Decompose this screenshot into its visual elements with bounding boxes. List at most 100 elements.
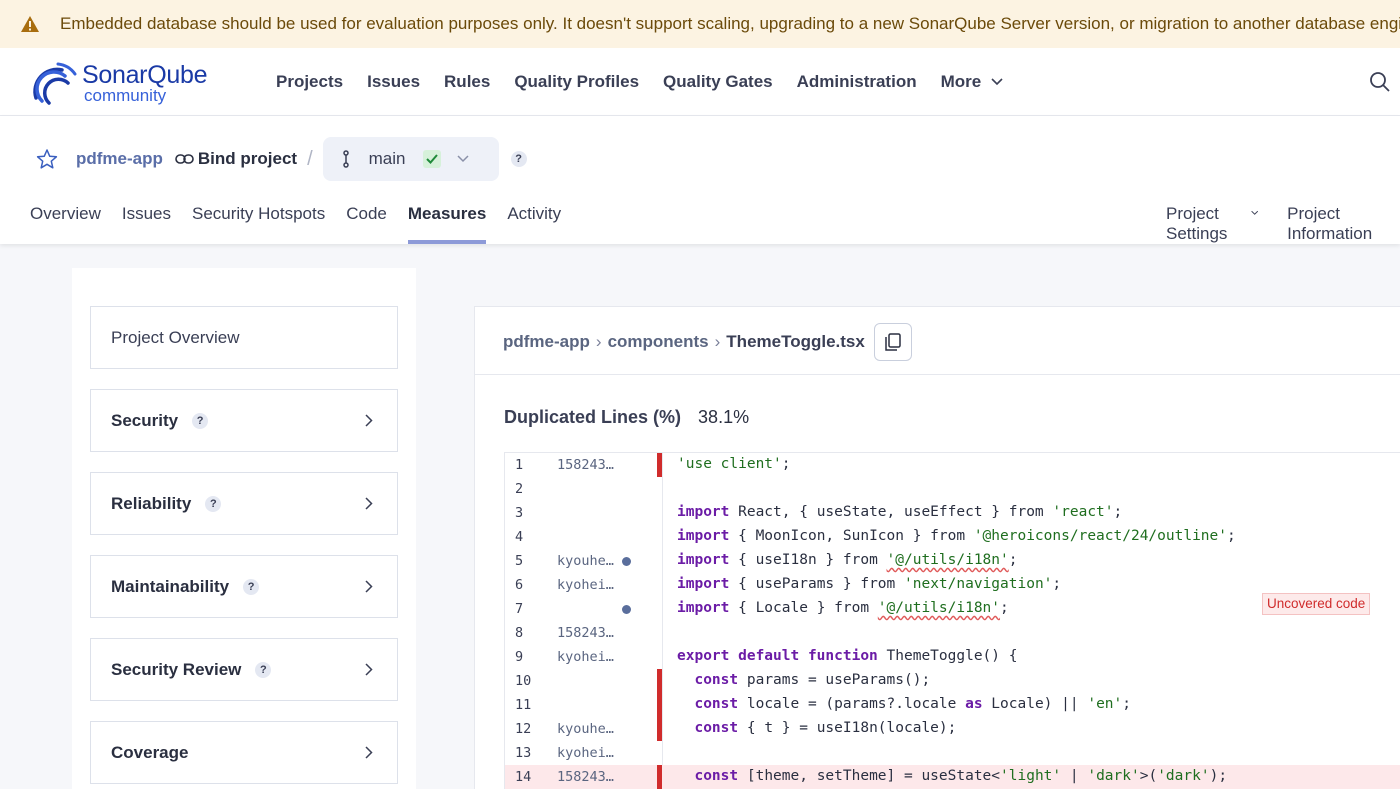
duplication-marker[interactable] xyxy=(657,717,662,741)
code-line[interactable]: 4 import { MoonIcon, SunIcon } from '@her… xyxy=(505,525,1400,549)
code-string: 'light' xyxy=(1000,768,1062,784)
line-number[interactable]: 1 xyxy=(515,457,523,473)
nav-rules[interactable]: Rules xyxy=(444,72,490,92)
sidebar-security-review[interactable]: Security Review ? xyxy=(90,638,398,701)
code-line[interactable]: 8 158243… xyxy=(505,621,1400,645)
sidebar-item-label: Maintainability xyxy=(111,576,230,596)
line-number[interactable]: 10 xyxy=(515,673,531,689)
scm-author[interactable]: kyohei… xyxy=(557,649,621,665)
tab-overview[interactable]: Overview xyxy=(30,194,101,244)
tab-code[interactable]: Code xyxy=(346,194,387,244)
line-number[interactable]: 8 xyxy=(515,625,523,641)
nav-quality-gates[interactable]: Quality Gates xyxy=(663,72,773,92)
chevron-down-icon xyxy=(457,155,470,163)
line-number[interactable]: 9 xyxy=(515,649,523,665)
help-icon[interactable]: ? xyxy=(243,578,260,595)
nav-more-label: More xyxy=(940,72,982,91)
tab-measures[interactable]: Measures xyxy=(407,194,487,244)
code-token: ; xyxy=(1052,576,1062,592)
path-separator: › xyxy=(714,332,721,351)
sidebar-reliability[interactable]: Reliability ? xyxy=(90,472,398,535)
sidebar-item-label: Reliability xyxy=(111,493,192,513)
code-string: '@heroicons/react/24/outline' xyxy=(973,528,1227,544)
tab-project-settings[interactable]: Project Settings xyxy=(1166,194,1258,244)
code-string: 'next/navigation' xyxy=(904,576,1053,592)
duplication-marker[interactable] xyxy=(657,669,662,693)
file-path-file: ThemeToggle.tsx xyxy=(726,332,865,351)
nav-projects[interactable]: Projects xyxy=(276,72,343,92)
line-number[interactable]: 7 xyxy=(515,601,523,617)
star-icon[interactable] xyxy=(36,148,58,170)
sidebar-maintainability[interactable]: Maintainability ? xyxy=(90,555,398,618)
sonarqube-logo[interactable]: SonarQube community xyxy=(32,58,222,108)
sidebar-coverage[interactable]: Coverage xyxy=(90,721,398,784)
help-icon[interactable]: ? xyxy=(255,661,272,678)
sidebar-project-overview[interactable]: Project Overview xyxy=(90,306,398,369)
chevron-down-icon xyxy=(991,78,1003,86)
issue-marker-dot[interactable] xyxy=(622,557,631,566)
code-string: 'use client' xyxy=(677,456,782,472)
code-keyword: import xyxy=(677,576,730,592)
help-icon[interactable]: ? xyxy=(205,495,222,512)
code-line[interactable]: 5 kyouhe… import { useI18n } from '@/utils… xyxy=(505,549,1400,573)
code-keyword: const xyxy=(694,720,739,736)
file-path-project[interactable]: pdfme-app xyxy=(503,332,590,352)
scm-author[interactable]: kyohei… xyxy=(557,577,621,593)
duplication-marker[interactable] xyxy=(657,765,662,789)
line-number[interactable]: 13 xyxy=(515,745,531,761)
line-number[interactable]: 5 xyxy=(515,553,523,569)
code-line[interactable]: 1 158243… 'use client'; xyxy=(505,453,1400,477)
code-line[interactable]: 13 kyohei… xyxy=(505,741,1400,765)
code-token: { Locale } from xyxy=(729,600,878,616)
code-line[interactable]: 9 kyohei… export default function ThemeTog… xyxy=(505,645,1400,669)
tab-security-hotspots[interactable]: Security Hotspots xyxy=(192,194,325,244)
path-separator: › xyxy=(595,332,602,351)
scm-author[interactable]: kyohei… xyxy=(557,745,621,761)
scm-author[interactable]: kyouhe… xyxy=(557,721,621,737)
tab-issues[interactable]: Issues xyxy=(122,194,171,244)
code-string: 'en' xyxy=(1087,696,1123,712)
copy-path-button[interactable] xyxy=(873,323,912,361)
search-icon[interactable] xyxy=(1368,70,1392,94)
nav-quality-profiles[interactable]: Quality Profiles xyxy=(514,72,639,92)
help-icon[interactable]: ? xyxy=(510,151,527,167)
code-line[interactable]: 11 const locale = (params?.locale as Loc… xyxy=(505,693,1400,717)
line-number[interactable]: 4 xyxy=(515,529,523,545)
sidebar-security[interactable]: Security ? xyxy=(90,389,398,452)
code-line[interactable]: 10 const params = useParams(); xyxy=(505,669,1400,693)
code-line[interactable]: 3 import React, { useState, useEffect } f… xyxy=(505,501,1400,525)
code-line[interactable]: 14 158243… const [theme, setTheme] = useS… xyxy=(505,765,1400,789)
tab-activity[interactable]: Activity xyxy=(507,194,561,244)
bind-project-button[interactable]: Bind project xyxy=(175,149,297,169)
duplication-marker[interactable] xyxy=(657,453,662,477)
check-icon xyxy=(426,154,439,164)
line-number[interactable]: 2 xyxy=(515,481,523,497)
code-line[interactable]: 2 xyxy=(505,477,1400,501)
code-token: ); xyxy=(1209,768,1228,784)
line-number[interactable]: 12 xyxy=(515,721,531,737)
scm-author[interactable]: 158243… xyxy=(557,625,621,641)
measures-sidebar: Project Overview Security ? Reliability … xyxy=(72,268,416,789)
branch-name: main xyxy=(368,149,406,168)
scm-author[interactable]: 158243… xyxy=(557,769,621,785)
help-icon[interactable]: ? xyxy=(192,412,209,429)
scm-author[interactable]: 158243… xyxy=(557,457,621,473)
tab-project-information[interactable]: Project Information xyxy=(1287,194,1379,244)
code-token: | xyxy=(1061,768,1088,784)
scm-author[interactable]: kyouhe… xyxy=(557,553,621,569)
nav-more[interactable]: More xyxy=(941,72,1004,92)
branch-selector[interactable]: main xyxy=(322,137,499,181)
duplication-marker[interactable] xyxy=(657,693,662,717)
nav-administration[interactable]: Administration xyxy=(797,72,917,92)
line-number[interactable]: 3 xyxy=(515,505,523,521)
line-number[interactable]: 14 xyxy=(515,769,531,785)
file-breadcrumb: pdfme-app › components › ThemeToggle.tsx xyxy=(503,323,912,361)
file-path-folder[interactable]: components xyxy=(608,332,709,352)
line-number[interactable]: 11 xyxy=(515,697,531,713)
code-text: const params = useParams(); xyxy=(677,672,930,688)
line-number[interactable]: 6 xyxy=(515,577,523,593)
issue-marker-dot[interactable] xyxy=(622,605,631,614)
code-line[interactable]: 12 kyouhe… const { t } = useI18n(locale); xyxy=(505,717,1400,741)
nav-issues[interactable]: Issues xyxy=(367,72,420,92)
project-name-link[interactable]: pdfme-app xyxy=(76,149,163,169)
